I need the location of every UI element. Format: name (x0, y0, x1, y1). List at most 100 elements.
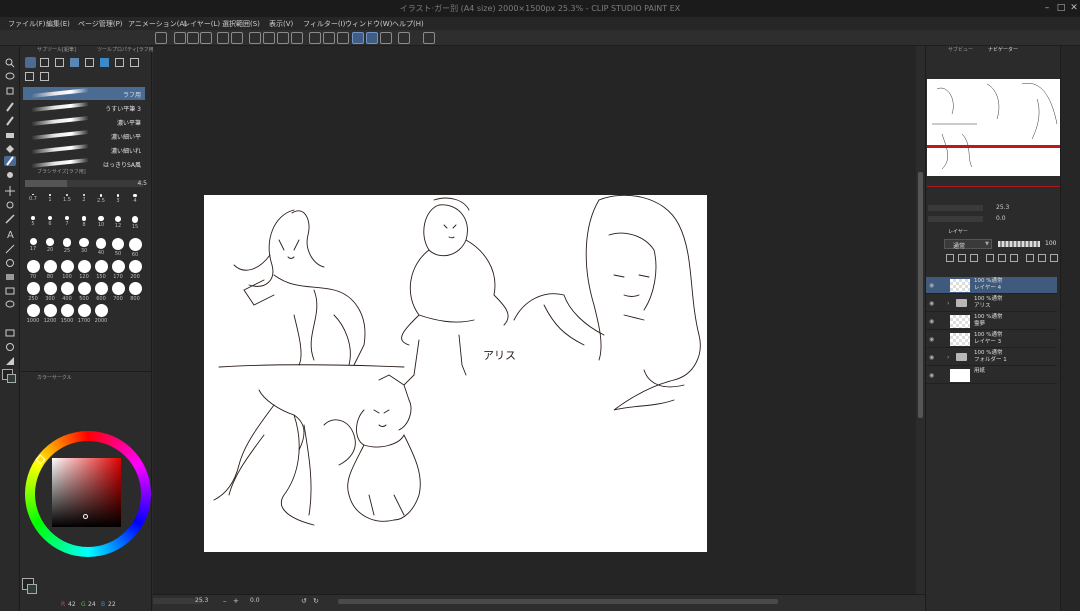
close-icon[interactable]: ✕ (1068, 2, 1080, 14)
brush-item[interactable]: ラフ用 (23, 87, 145, 100)
menu-filter[interactable]: フィルター(I) (303, 19, 345, 29)
save-icon[interactable] (200, 32, 212, 44)
watercolor-subtool-icon[interactable] (70, 58, 79, 67)
pen-tool-icon[interactable] (4, 102, 16, 112)
brush-size-option[interactable]: 600 (93, 282, 109, 302)
zoom-in-icon[interactable]: + (233, 597, 239, 605)
menu-file[interactable]: ファイル(F) (8, 19, 46, 29)
lasso-tool-icon[interactable] (4, 72, 16, 82)
brush-size-option[interactable]: 150 (93, 260, 109, 280)
brush-size-option[interactable]: 1 (42, 194, 58, 203)
grass-subtool-icon[interactable] (130, 58, 139, 67)
brush-item[interactable]: うすい平筆 3 (23, 101, 145, 114)
brush-tool-icon[interactable] (4, 156, 16, 166)
brush-size-slider[interactable] (25, 180, 143, 187)
airbrush-tool-icon[interactable] (4, 170, 16, 180)
brush-size-option[interactable]: 7 (59, 216, 75, 227)
gradient-tool-icon[interactable] (4, 272, 16, 282)
brush-size-option[interactable]: 60 (127, 238, 143, 258)
layer-row[interactable]: ◉ 100 %通常 霊夢 (926, 313, 1057, 330)
menu-page[interactable]: ページ管理(P) (78, 19, 123, 29)
menu-help[interactable]: ヘルプ(H) (392, 19, 424, 29)
brush-size-option[interactable]: 40 (93, 238, 109, 256)
brush-size-option[interactable]: 400 (59, 282, 75, 302)
snap-special-ruler-icon[interactable] (366, 32, 378, 44)
open-file-icon[interactable] (187, 32, 199, 44)
brush-size-option[interactable]: 120 (76, 260, 92, 280)
rotate-right-icon[interactable]: ↻ (313, 597, 319, 605)
new-vector-layer-icon[interactable] (998, 254, 1006, 262)
fill-tool-icon[interactable] (4, 144, 16, 154)
delete-layer-icon[interactable] (1050, 254, 1058, 262)
brush-size-option[interactable]: 12 (110, 216, 126, 229)
brush-size-option[interactable]: 700 (110, 282, 126, 302)
ruler-tool-icon[interactable] (4, 356, 16, 366)
brush-size-option[interactable]: 800 (127, 282, 143, 302)
tool-property-tab[interactable]: ツールプロパティ[ラフ用] (87, 46, 156, 55)
brush-size-option[interactable]: 80 (42, 260, 58, 280)
menu-layer[interactable]: レイヤー(L) (183, 19, 220, 29)
brush-size-option[interactable]: 3 (110, 194, 126, 204)
menu-select[interactable]: 選択範囲(S) (222, 19, 260, 29)
brush-size-option[interactable]: 1500 (59, 304, 75, 324)
shape-tool-icon[interactable] (4, 342, 16, 352)
navigator-preview[interactable] (927, 79, 1064, 176)
eye-icon[interactable]: ◉ (929, 318, 934, 325)
correct-line-tool-icon[interactable] (4, 328, 16, 338)
sub-color-swatch[interactable] (7, 374, 16, 383)
brush-size-option[interactable]: 15 (127, 216, 143, 230)
brush-size-option[interactable]: 2000 (93, 304, 109, 324)
drawing-canvas[interactable]: アリス (204, 195, 707, 552)
frame-tool-icon[interactable] (4, 286, 16, 296)
blue-value[interactable]: 22 (108, 601, 116, 608)
brush-size-option[interactable]: 20 (42, 238, 58, 253)
pencil-subtool-icon[interactable] (25, 57, 36, 68)
new-folder-icon[interactable] (1010, 254, 1018, 262)
brush-size-option[interactable]: 100 (59, 260, 75, 280)
opacity-slider[interactable] (998, 241, 1040, 247)
chevron-right-icon[interactable]: › (947, 354, 949, 361)
brush-item[interactable]: 濃い細い平 (23, 129, 145, 142)
figure-tool-icon[interactable] (4, 258, 16, 268)
brush-size-option[interactable]: 5 (25, 216, 41, 227)
show-selection-icon[interactable] (337, 32, 349, 44)
layer-tab[interactable]: レイヤー (938, 228, 988, 237)
eye-icon[interactable]: ◉ (929, 336, 934, 343)
clear-outside-icon[interactable] (263, 32, 275, 44)
navigator-zoom-slider[interactable] (928, 205, 983, 211)
navigator-angle-value[interactable]: 0.0 (996, 215, 1006, 222)
brush-size-option[interactable]: 1200 (42, 304, 58, 324)
layer-row[interactable]: ◉ 100 %通常 レイヤー 3 (926, 331, 1057, 348)
brush-size-option[interactable]: 30 (76, 238, 92, 254)
brush-size-option[interactable]: 1.5 (59, 194, 75, 203)
brush-size-option[interactable]: 200 (127, 260, 143, 280)
settings-icon[interactable] (423, 32, 435, 44)
color-picker-cursor[interactable] (83, 514, 88, 519)
menu-window[interactable]: ウィンドウ(W) (345, 19, 392, 29)
transform-icon[interactable] (291, 32, 303, 44)
brush-size-option[interactable]: 50 (110, 238, 126, 257)
move-tool-icon[interactable] (4, 186, 16, 196)
menu-edit[interactable]: 編集(E) (46, 19, 70, 29)
ink-subtool-icon[interactable] (115, 58, 124, 67)
deselect-icon[interactable] (309, 32, 321, 44)
brush-size-option[interactable]: 6 (42, 216, 58, 227)
new-raster-layer-icon[interactable] (986, 254, 994, 262)
redo-icon[interactable] (231, 32, 243, 44)
rotate-left-icon[interactable]: ↺ (301, 597, 307, 605)
vertical-scroll-thumb[interactable] (918, 172, 923, 418)
green-value[interactable]: 24 (88, 601, 96, 608)
layer-row[interactable]: ◉ › 100 %通常 アリス (926, 295, 1057, 312)
eye-icon[interactable]: ◉ (929, 372, 934, 379)
eyedropper-tool-icon[interactable] (4, 214, 16, 224)
canvas-vertical-scrollbar[interactable] (916, 46, 925, 594)
blend-mode-select[interactable]: 通常 ▼ (944, 239, 992, 250)
fill-icon[interactable] (277, 32, 289, 44)
brush-size-option[interactable]: 170 (110, 260, 126, 280)
blend-tool-icon[interactable] (4, 200, 16, 210)
invert-selection-icon[interactable] (323, 32, 335, 44)
brush-size-option[interactable]: 250 (25, 282, 41, 302)
eye-icon[interactable]: ◉ (929, 282, 934, 289)
brush-size-option[interactable]: 10 (93, 216, 109, 228)
brush-size-option[interactable]: 500 (76, 282, 92, 302)
